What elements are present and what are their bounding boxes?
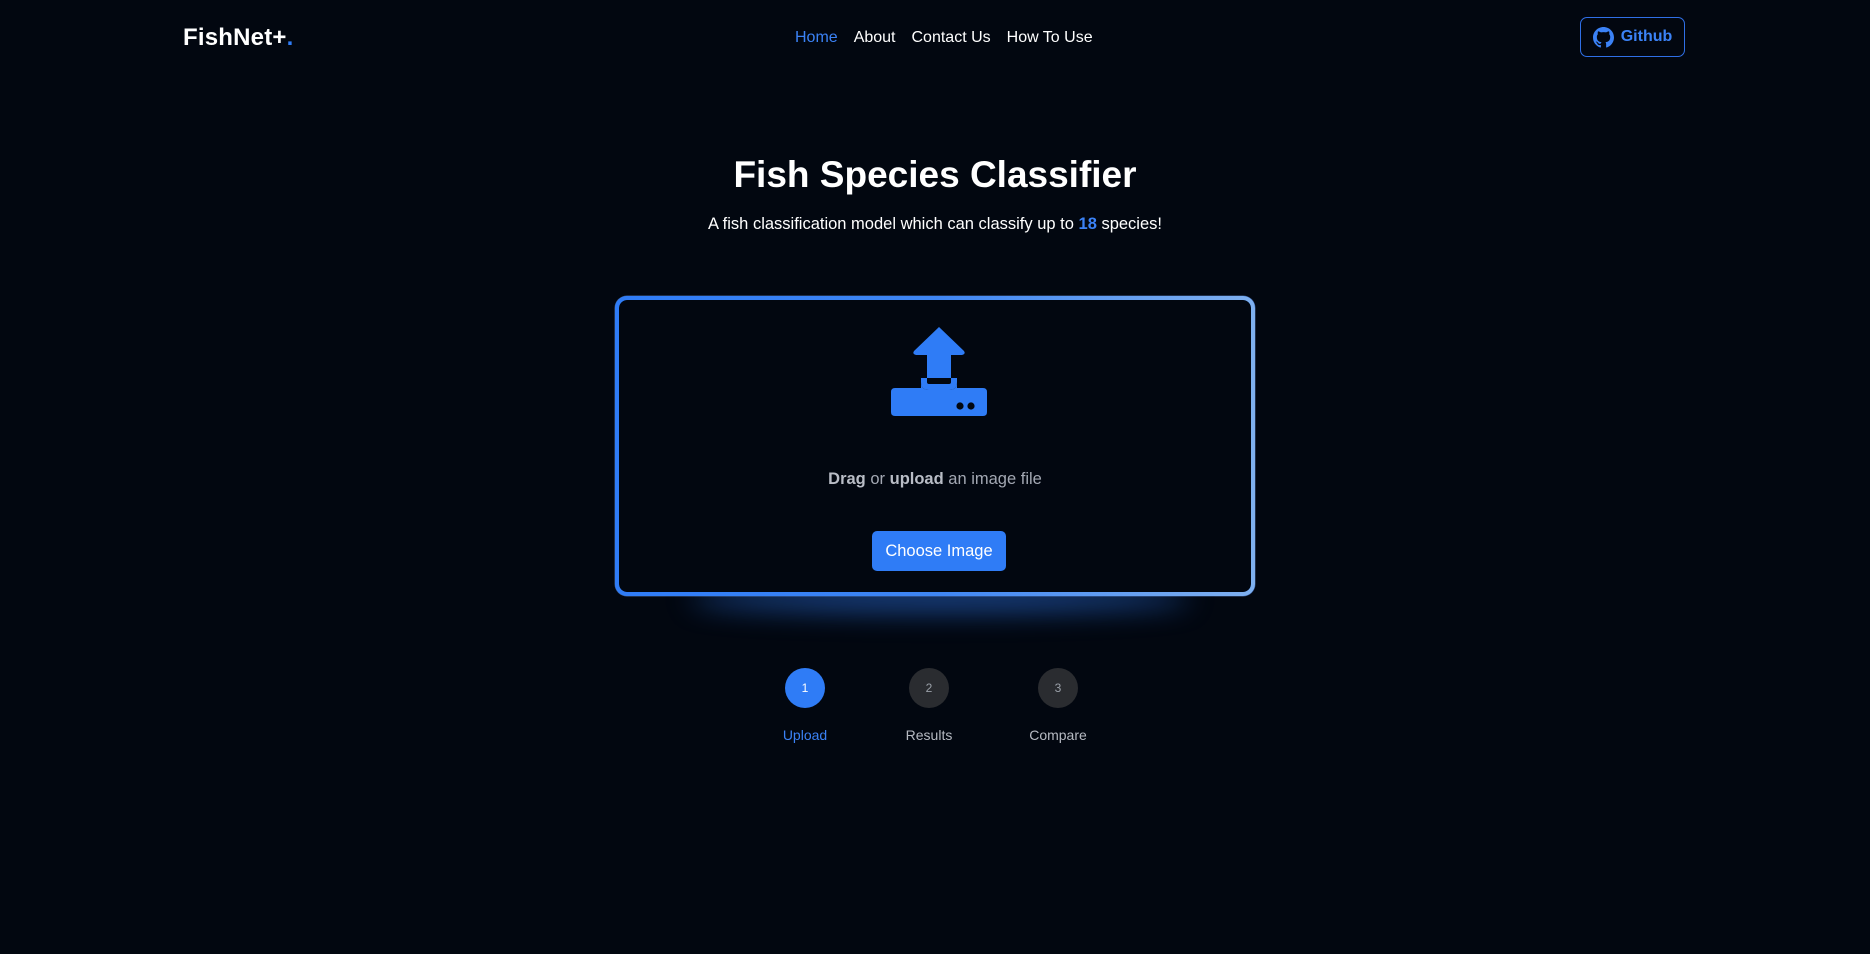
brand-logo[interactable]: FishNet+. [183, 24, 294, 52]
github-icon [1592, 26, 1614, 48]
step-number-2: 2 [909, 668, 949, 708]
or-word: or [865, 470, 890, 488]
nav-contact-us[interactable]: Contact Us [912, 29, 991, 47]
drop-instructions: Drag or upload an image file [619, 470, 1251, 489]
step-results[interactable]: 2 Results [869, 668, 989, 743]
step-label-upload: Upload [782, 727, 828, 743]
upload-word: upload [889, 470, 944, 488]
drag-word: Drag [828, 470, 866, 488]
upload-dropzone[interactable]: Drag or upload an image file Choose Imag… [615, 296, 1255, 596]
subtitle-prefix: A fish classification model which can cl… [708, 215, 1079, 233]
github-button[interactable]: Github [1580, 17, 1685, 57]
subtitle-suffix: species! [1096, 215, 1162, 233]
page-subtitle: A fish classification model which can cl… [0, 215, 1870, 234]
brand-name: FishNet+ [183, 24, 287, 51]
choose-image-button[interactable]: Choose Image [872, 531, 1006, 571]
step-label-compare: Compare [1029, 727, 1087, 743]
nav-how-to-use[interactable]: How To Use [1007, 29, 1093, 47]
github-label: Github [1620, 28, 1673, 45]
page-title: Fish Species Classifier [733, 154, 1137, 195]
page: FishNet+. Home About Contact Us How To U… [0, 0, 1870, 954]
brand-dot: . [286, 24, 294, 51]
step-label-results: Results [905, 727, 953, 743]
upload-tray-icon [891, 326, 987, 418]
step-upload[interactable]: 1 Upload [745, 668, 865, 743]
step-number-3: 3 [1038, 668, 1078, 708]
step-number-1: 1 [785, 668, 825, 708]
nav-about[interactable]: About [854, 29, 896, 47]
nav-home[interactable]: Home [795, 29, 838, 47]
species-count: 18 [1078, 215, 1097, 233]
step-compare[interactable]: 3 Compare [998, 668, 1118, 743]
main-nav: Home About Contact Us How To Use [795, 29, 1093, 47]
drop-rest-text: an image file [943, 470, 1042, 488]
